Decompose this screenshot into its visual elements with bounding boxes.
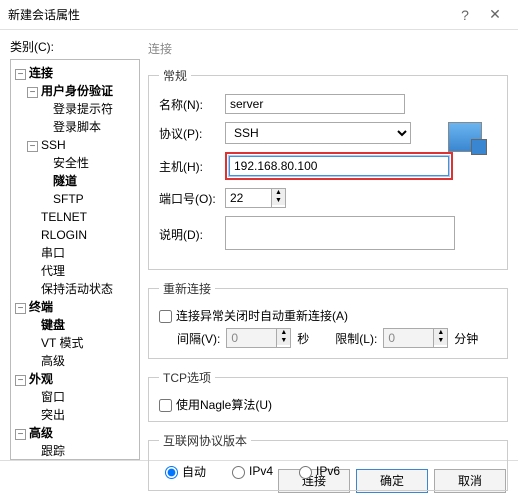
seconds-label: 秒 — [297, 330, 309, 347]
nagle-checkbox[interactable] — [159, 399, 172, 412]
tree-auth-prompt[interactable]: 登录提示符 — [53, 102, 113, 116]
tree-ssh[interactable]: SSH — [41, 138, 66, 152]
nagle-label: 使用Nagle算法(U) — [176, 398, 272, 412]
tree-keyboard[interactable]: 键盘 — [41, 318, 65, 332]
tree-auth-script[interactable]: 登录脚本 — [53, 120, 101, 134]
minutes-label: 分钟 — [454, 330, 478, 347]
help-icon[interactable]: ? — [450, 7, 480, 23]
limit-input — [383, 328, 433, 348]
tree-rlogin[interactable]: RLOGIN — [41, 228, 87, 242]
tree-telnet[interactable]: TELNET — [41, 210, 87, 224]
tree-proxy[interactable]: 代理 — [41, 264, 65, 278]
tree-advanced[interactable]: 高级 — [29, 426, 53, 440]
window-title: 新建会话属性 — [8, 6, 450, 23]
auto-reconnect-checkbox[interactable] — [159, 310, 172, 323]
tree-adv-term[interactable]: 高级 — [41, 354, 65, 368]
chevron-up-icon: ▲ — [277, 329, 290, 337]
chevron-down-icon[interactable]: ▼ — [272, 197, 285, 205]
tree-highlight[interactable]: 突出 — [41, 408, 65, 422]
tree-appearance[interactable]: 外观 — [29, 372, 53, 386]
toggle-icon[interactable]: − — [15, 69, 26, 80]
reconnect-group: 重新连接 连接异常关闭时自动重新连接(A) 间隔(V): ▲▼ 秒 限制(L):… — [148, 280, 508, 359]
titlebar: 新建会话属性 ? ✕ — [0, 0, 518, 30]
toggle-icon[interactable]: − — [15, 375, 26, 386]
name-label: 名称(N): — [159, 96, 225, 113]
limit-label: 限制(L): — [335, 330, 377, 347]
protocol-label: 协议(P): — [159, 125, 225, 142]
interval-input — [226, 328, 276, 348]
port-input[interactable] — [225, 188, 271, 208]
interval-label: 间隔(V): — [177, 330, 220, 347]
tree-keepalive[interactable]: 保持活动状态 — [41, 282, 113, 296]
toggle-icon[interactable]: − — [15, 303, 26, 314]
category-label: 类别(C): — [10, 38, 140, 55]
tree-serial[interactable]: 串口 — [41, 246, 65, 260]
tree-window[interactable]: 窗口 — [41, 390, 65, 404]
tcp-legend: TCP选项 — [159, 369, 215, 386]
ip-group: 互联网协议版本 自动 IPv4 IPv6 — [148, 432, 508, 491]
category-tree[interactable]: −连接 −用户身份验证 登录提示符 登录脚本 −SSH 安全性 隧道 — [10, 59, 140, 460]
tree-ssh-sftp[interactable]: SFTP — [53, 192, 84, 206]
tree-trace[interactable]: 跟踪 — [41, 444, 65, 458]
host-label: 主机(H): — [159, 158, 225, 175]
chevron-up-icon[interactable]: ▲ — [272, 189, 285, 197]
reconnect-legend: 重新连接 — [159, 280, 215, 297]
ip-v6-option[interactable]: IPv6 — [299, 464, 340, 478]
tree-terminal[interactable]: 终端 — [29, 300, 53, 314]
chevron-down-icon: ▼ — [434, 337, 447, 345]
tcp-group: TCP选项 使用Nagle算法(U) — [148, 369, 508, 422]
chevron-down-icon: ▼ — [277, 337, 290, 345]
toggle-icon[interactable]: − — [27, 141, 38, 152]
toggle-icon[interactable]: − — [27, 87, 38, 98]
general-group: 常规 名称(N): 协议(P): SSH 主机(H): 端口号(O): ▲▼ — [148, 67, 508, 270]
page-title: 连接 — [148, 40, 508, 57]
ip-auto-option[interactable]: 自动 — [165, 463, 206, 480]
host-input[interactable] — [229, 156, 449, 176]
port-label: 端口号(O): — [159, 190, 225, 207]
toggle-icon[interactable]: − — [15, 429, 26, 440]
ip-legend: 互联网协议版本 — [159, 432, 251, 449]
name-input[interactable] — [225, 94, 405, 114]
session-icon — [448, 122, 482, 152]
tree-connection[interactable]: 连接 — [29, 66, 53, 80]
general-legend: 常规 — [159, 67, 191, 84]
close-icon[interactable]: ✕ — [480, 6, 510, 23]
ip-v4-option[interactable]: IPv4 — [232, 464, 273, 478]
tree-auth[interactable]: 用户身份验证 — [41, 84, 113, 98]
desc-textarea[interactable] — [225, 216, 455, 250]
protocol-select[interactable]: SSH — [225, 122, 411, 144]
port-stepper[interactable]: ▲▼ — [225, 188, 286, 208]
desc-label: 说明(D): — [159, 226, 225, 243]
tree-vtmode[interactable]: VT 模式 — [41, 336, 83, 350]
chevron-up-icon: ▲ — [434, 329, 447, 337]
auto-reconnect-label: 连接异常关闭时自动重新连接(A) — [176, 309, 348, 323]
tree-ssh-tunnel[interactable]: 隧道 — [53, 174, 77, 188]
tree-ssh-security[interactable]: 安全性 — [53, 156, 89, 170]
